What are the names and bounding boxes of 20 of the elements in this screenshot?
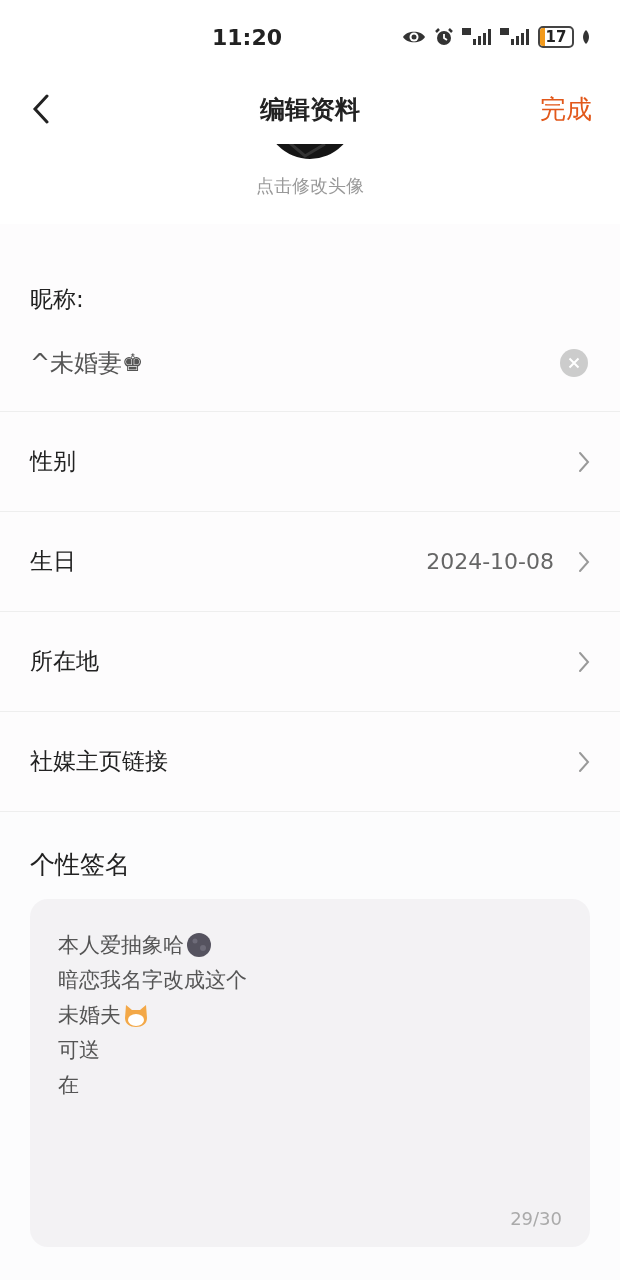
signature-field[interactable]: 本人爱抽象哈 暗恋我名字改成这个 未婚夫 可送 在 29/30 [30,899,590,1247]
signal-icon [500,28,530,46]
chevron-icon [578,650,590,673]
eye-icon [402,29,426,45]
chevron-icon [578,550,590,573]
alarm-icon [434,27,454,47]
signal-icon [462,28,492,46]
nickname-label: 昵称: [30,285,85,314]
signature-title: 个性签名 [30,849,131,881]
back-icon[interactable] [32,94,50,124]
chevron-icon [578,450,590,473]
leaf-icon [582,30,590,44]
chevron-icon [578,750,590,773]
done-button[interactable]: 完成 [540,91,592,127]
character-counter: 29/30 [510,1208,562,1229]
nickname-field[interactable]: ^未婚妻♚ [30,349,430,377]
moon-icon [186,931,212,958]
page-title: 编辑资料 [260,93,360,126]
status-time: 11:20 [212,24,283,50]
battery-indicator: 17 [538,26,574,48]
